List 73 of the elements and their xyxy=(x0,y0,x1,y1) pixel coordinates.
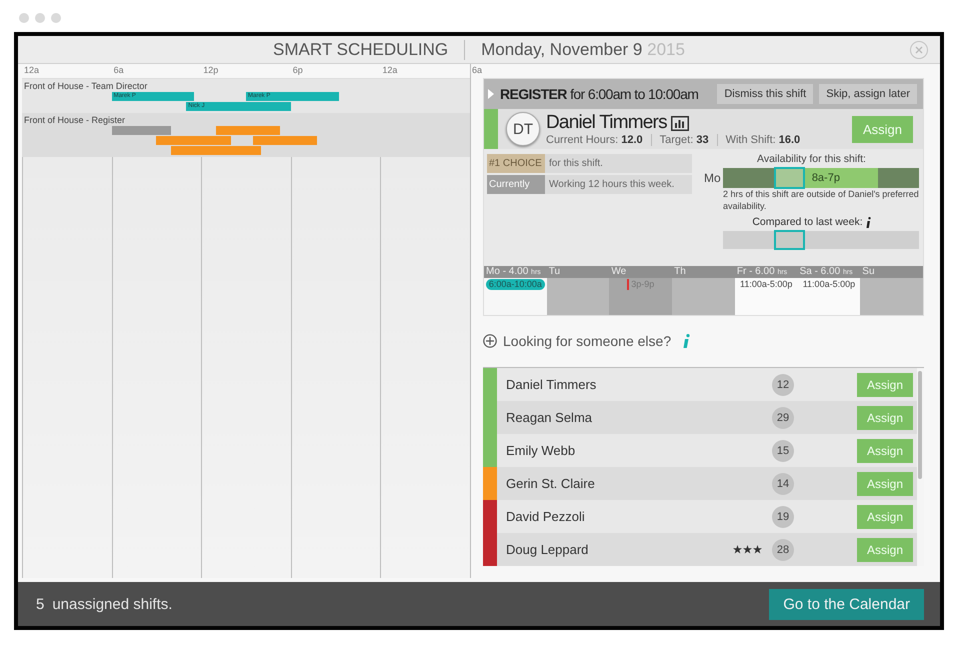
close-button[interactable] xyxy=(910,41,928,59)
hours-stat: Current Hours: 12.0 xyxy=(546,134,644,146)
count-badge: 19 xyxy=(772,506,794,528)
day-header: Su xyxy=(860,266,923,278)
unassigned-count: 5 xyxy=(36,596,44,612)
shift-action-button[interactable]: Skip, assign later xyxy=(819,84,917,104)
candidate-row[interactable]: Emily Webb 15 Assign xyxy=(483,434,917,467)
count-badge: 15 xyxy=(772,440,794,462)
availability-title: Availability for this shift: xyxy=(757,153,866,165)
star-icon xyxy=(752,545,762,554)
calendar-button[interactable]: Go to the Calendar xyxy=(769,588,924,620)
footer-text: unassigned shifts. xyxy=(52,596,174,612)
fact-tag: Currently xyxy=(487,175,545,194)
shift-title: REGISTER for 6:00am to 10:00am xyxy=(500,86,700,102)
shift-action-button[interactable]: Dismiss this shift xyxy=(717,84,814,104)
day-header: We xyxy=(609,266,672,278)
group-label: Front of House - Register xyxy=(24,115,126,125)
info-icon[interactable] xyxy=(866,216,871,228)
plus-circle-icon[interactable] xyxy=(483,334,497,348)
shift-bar[interactable] xyxy=(112,126,172,135)
count-badge: 12 xyxy=(772,374,794,396)
compare-title: Compared to last week: xyxy=(752,216,863,228)
candidate-row[interactable]: Doug Leppard 28 Assign xyxy=(483,533,917,566)
search-toggle[interactable]: Looking for someone else? xyxy=(503,333,678,349)
time-tick: 12a xyxy=(381,65,398,75)
day-shift: 11:00a-5:00p xyxy=(802,279,856,290)
candidate-row[interactable]: Daniel Timmers 12 Assign xyxy=(483,368,917,401)
shift-bar[interactable] xyxy=(253,136,317,145)
bar-chart-icon[interactable] xyxy=(670,116,689,130)
avatar: DT xyxy=(506,112,540,146)
candidate-row[interactable]: David Pezzoli 19 Assign xyxy=(483,500,917,533)
time-tick: 6a xyxy=(112,65,124,75)
person-name: Doug Leppard xyxy=(505,542,590,557)
group-label: Front of House - Team Director xyxy=(24,81,148,91)
day-header: Tu xyxy=(546,266,610,278)
time-tick: 6p xyxy=(292,65,303,75)
triangle-icon xyxy=(488,89,494,99)
star-icon xyxy=(732,545,742,554)
person-name: Gerin St. Claire xyxy=(505,476,596,491)
count-badge: 29 xyxy=(772,406,794,428)
scrollbar[interactable] xyxy=(917,368,924,566)
close-icon xyxy=(914,45,924,55)
fact-tag: #1 CHOICE xyxy=(487,154,545,173)
star-icon xyxy=(742,545,752,554)
day-shift: 11:00a-5:00p xyxy=(740,279,792,290)
fact-text: for this shift. xyxy=(548,157,603,171)
person-name: Daniel Timmers xyxy=(505,377,598,392)
day-header: Th xyxy=(672,266,735,278)
person-name: Reagan Selma xyxy=(505,410,593,425)
person-name: David Pezzoli xyxy=(505,509,586,524)
window-dot xyxy=(19,13,29,23)
candidate-name: Daniel Timmers xyxy=(546,112,667,134)
shift-bar[interactable] xyxy=(216,126,280,135)
count-badge: 28 xyxy=(772,538,794,560)
time-tick: 6a xyxy=(471,65,482,75)
hours-stat: Target: 33 xyxy=(650,134,717,146)
person-name: Emily Webb xyxy=(505,443,576,458)
window-dot xyxy=(51,13,61,23)
time-tick: 12a xyxy=(23,65,40,75)
hours-stat: With Shift: 16.0 xyxy=(716,134,808,146)
time-tick: 12p xyxy=(202,65,218,75)
window-dot xyxy=(35,13,45,23)
availability-note: 2 hrs of this shift are outside of Daniel's preferred availability. xyxy=(722,188,919,212)
shift-bar[interactable] xyxy=(171,146,261,155)
app-title: SMART SCHEDULING xyxy=(273,40,466,60)
count-badge: 14 xyxy=(772,472,794,494)
shift-bar[interactable] xyxy=(156,136,232,145)
availability-bar: 8a-7p xyxy=(723,168,919,188)
day-shift: 6:00a-10:00a xyxy=(486,279,545,290)
candidate-row[interactable]: Reagan Selma 29 Assign xyxy=(483,401,917,434)
candidate-row[interactable]: Gerin St. Claire 14 Assign xyxy=(483,467,917,500)
day-label: Mo xyxy=(704,171,721,185)
fact-text: Working 12 hours this week. xyxy=(548,178,674,192)
